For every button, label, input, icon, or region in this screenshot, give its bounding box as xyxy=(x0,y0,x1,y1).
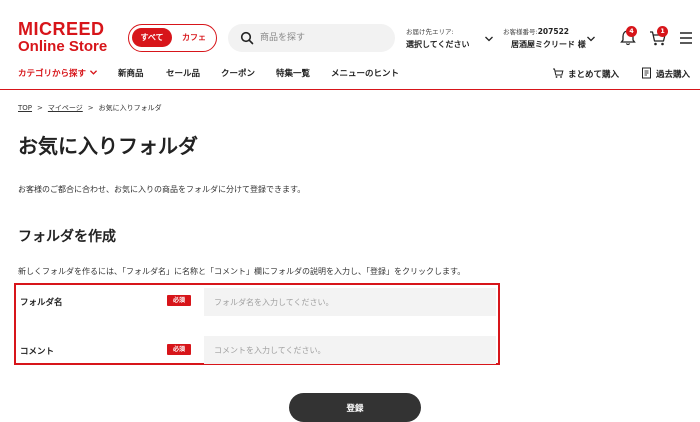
store-toggle: すべて カフェ xyxy=(128,24,217,52)
page-description: お客様のご都合に合わせ、お気に入りの商品をフォルダに分けて登録できます。 xyxy=(18,185,306,194)
bulk-buy-link[interactable]: まとめて購入 xyxy=(552,67,619,80)
comment-label: コメント xyxy=(20,347,55,357)
customer-number-label: お客様番号: xyxy=(503,28,538,36)
folder-name-input[interactable] xyxy=(204,288,496,316)
main-nav: カテゴリから探す 新商品 セール品 クーポン 特集一覧 メニューのヒント まとめ… xyxy=(0,58,700,90)
nav-item-sale[interactable]: セール品 xyxy=(166,67,200,79)
bulk-buy-label: まとめて購入 xyxy=(568,70,620,80)
toggle-cafe-button[interactable]: カフェ xyxy=(175,28,213,47)
delivery-area-value: 選択してください xyxy=(406,40,470,49)
logo-line-1: MICREED xyxy=(18,19,105,39)
bulk-cart-icon xyxy=(553,68,564,78)
breadcrumb-top[interactable]: TOP xyxy=(18,104,32,112)
nav-item-new[interactable]: 新商品 xyxy=(118,67,144,79)
nav-item-menu-tips[interactable]: メニューのヒント xyxy=(331,67,399,79)
nav-item-coupon[interactable]: クーポン xyxy=(221,67,255,79)
toggle-all-button[interactable]: すべて xyxy=(132,28,172,47)
breadcrumb-current: お気に入りフォルダ xyxy=(98,104,162,112)
notification-badge: 4 xyxy=(626,26,637,37)
section-title: フォルダを作成 xyxy=(18,229,116,245)
search-icon[interactable] xyxy=(240,31,254,45)
nav-category-label: カテゴリから探す xyxy=(18,69,87,79)
search-bar xyxy=(228,24,395,52)
required-badge: 必須 xyxy=(167,344,191,355)
customer-name: 居酒屋ミクリード 様 xyxy=(511,40,586,49)
nav-item-features[interactable]: 特集一覧 xyxy=(276,67,310,79)
site-logo[interactable]: MICREED Online Store xyxy=(18,20,107,54)
breadcrumb-separator: > xyxy=(37,104,43,112)
breadcrumb: TOP > マイページ > お気に入りフォルダ xyxy=(18,103,162,113)
breadcrumb-separator: > xyxy=(87,104,94,112)
delivery-area-selector[interactable]: お届け先エリア: 選択してください xyxy=(406,26,496,50)
customer-number: 207522 xyxy=(537,27,570,36)
site-header: MICREED Online Store すべて カフェ お届け先エリア: 選択… xyxy=(0,0,700,58)
register-button[interactable]: 登録 xyxy=(289,393,421,422)
section-description: 新しくフォルダを作るには、「フォルダ名」に名称と「コメント」欄にフォルダの説明を… xyxy=(18,267,466,276)
cart-badge: 1 xyxy=(657,26,668,37)
menu-icon[interactable] xyxy=(678,28,694,48)
nav-category[interactable]: カテゴリから探す xyxy=(18,67,98,79)
chevron-down-icon[interactable] xyxy=(484,35,494,43)
past-buy-label: 過去購入 xyxy=(656,70,691,80)
page-title: お気に入りフォルダ xyxy=(18,134,198,158)
customer-number-line: お客様番号:207522 xyxy=(503,26,593,36)
customer-info[interactable]: お客様番号:207522 居酒屋ミクリード 様 xyxy=(503,26,593,50)
breadcrumb-mypage[interactable]: マイページ xyxy=(48,104,83,112)
required-badge: 必須 xyxy=(167,295,191,306)
create-folder-form: フォルダ名 必須 コメント 必須 xyxy=(14,283,500,365)
delivery-area-label: お届け先エリア: xyxy=(406,28,454,36)
chevron-down-icon[interactable] xyxy=(586,35,596,43)
receipt-icon xyxy=(642,67,651,79)
folder-name-label: フォルダ名 xyxy=(20,298,63,308)
past-buy-link[interactable]: 過去購入 xyxy=(641,67,690,80)
search-input[interactable] xyxy=(260,29,385,47)
logo-line-2: Online Store xyxy=(18,38,108,55)
comment-input[interactable] xyxy=(204,336,496,364)
chevron-down-icon xyxy=(89,70,98,75)
